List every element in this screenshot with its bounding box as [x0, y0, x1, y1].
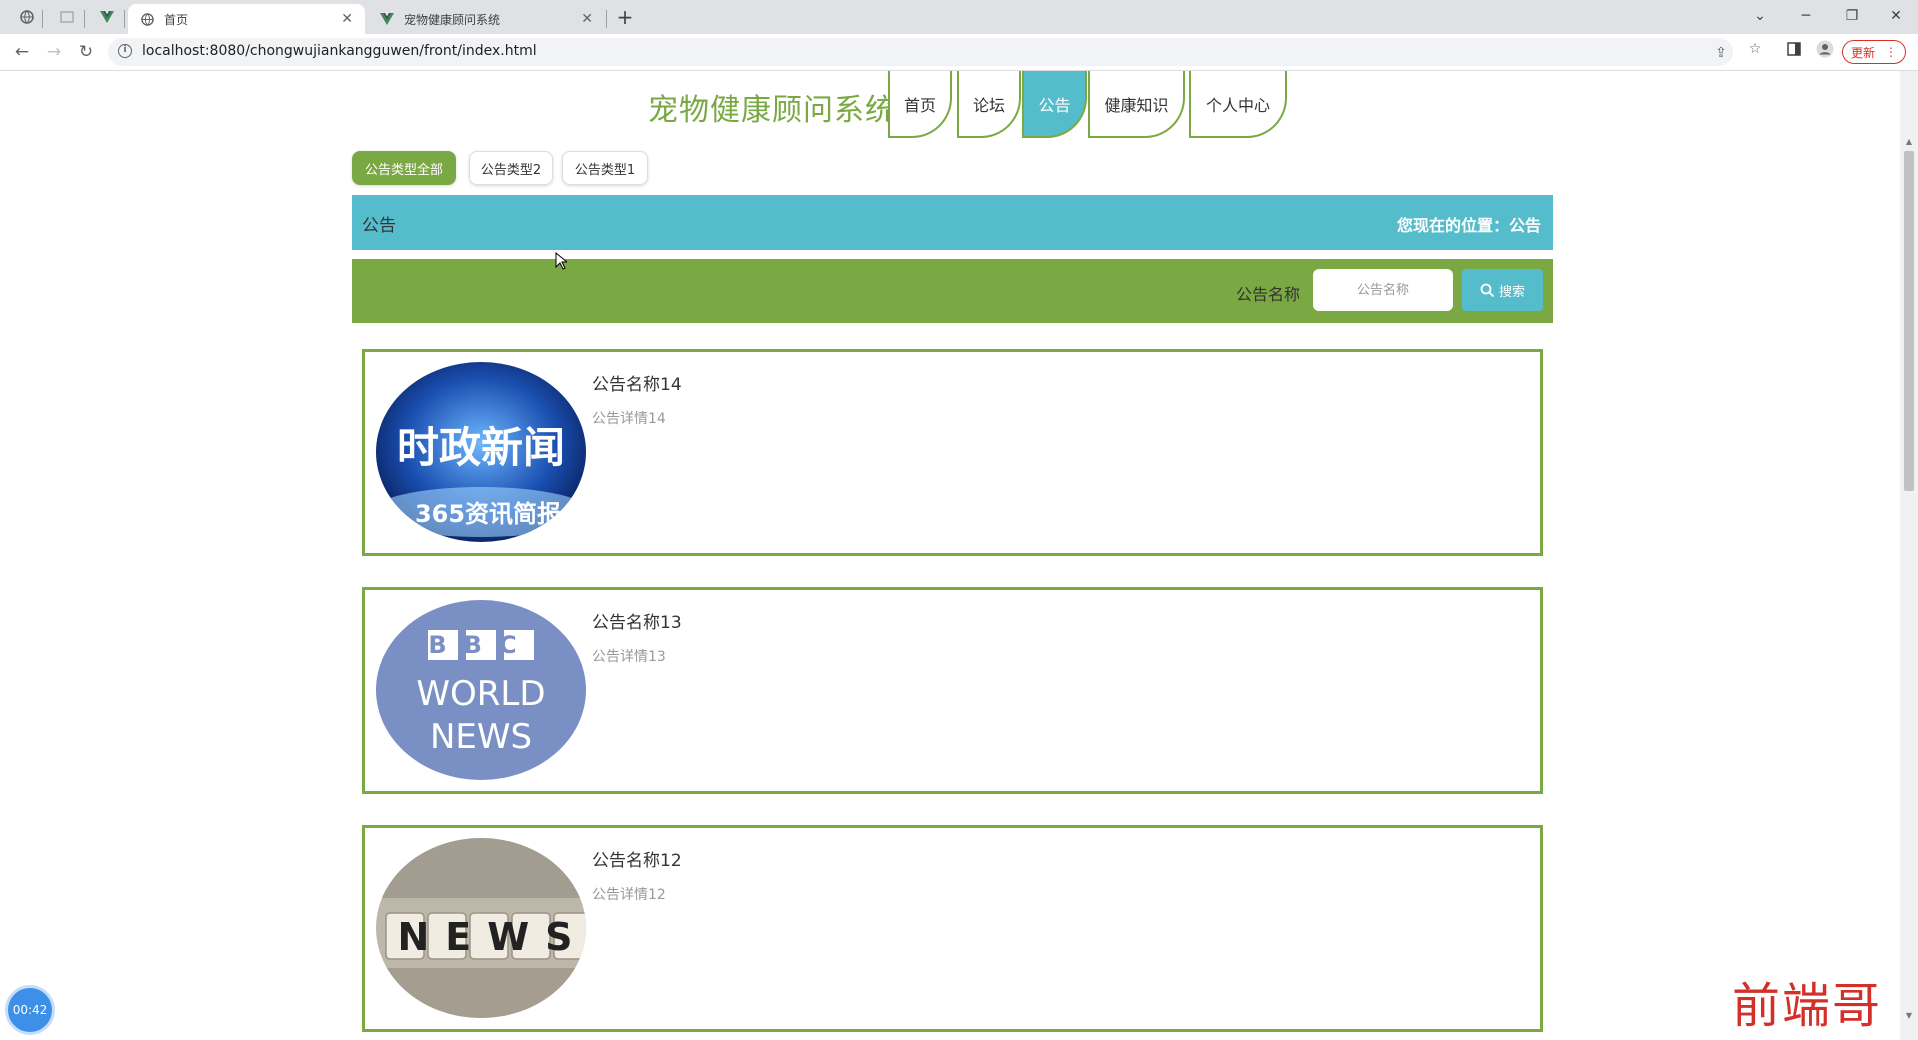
share-icon[interactable]: ⇪: [1712, 44, 1730, 62]
notice-image[interactable]: BBC WORLD NEWS: [376, 600, 586, 780]
breadcrumb: 您现在的位置：公告: [1396, 216, 1541, 235]
filter-label: 公告类型2: [480, 162, 542, 178]
nav-label: 论坛: [972, 95, 1005, 115]
section-banner: 公告 您现在的位置：公告: [352, 195, 1553, 250]
search-button[interactable]: 搜索: [1462, 269, 1543, 311]
notice-card[interactable]: 时政新闻 365资讯简报 公告名称14 公告详情14: [362, 349, 1543, 556]
globe-icon: [140, 12, 154, 26]
profile-icon[interactable]: [1816, 40, 1834, 58]
update-label: 更新: [1850, 45, 1875, 60]
tab-title: 宠物健康顾问系统: [404, 12, 501, 27]
browser-tab-bar: 首页 ✕ 宠物健康顾问系统 ✕ + ⌄ ─ ❐ ✕: [0, 0, 1918, 34]
new-tab-button[interactable]: +: [612, 5, 638, 29]
nav-label: 健康知识: [1104, 95, 1169, 115]
image-subcaption: 365资讯简报: [415, 500, 561, 528]
info-icon[interactable]: i: [118, 44, 132, 58]
search-label: 公告名称: [1236, 285, 1301, 304]
filter-label: 公告类型全部: [364, 162, 443, 178]
back-icon[interactable]: ←: [10, 40, 34, 64]
image-subcaption: WORLD: [416, 674, 545, 714]
tab-search-icon[interactable]: ⌄: [1740, 5, 1780, 27]
nav-label: 公告: [1038, 95, 1071, 115]
search-bar: 公告名称 搜索: [352, 259, 1553, 323]
recording-timer: 00:42: [8, 988, 52, 1032]
update-button[interactable]: 更新 ⋮: [1842, 40, 1906, 64]
page-scrollbar[interactable]: ▲ ▼: [1900, 71, 1918, 1040]
notice-detail: 公告详情13: [592, 649, 666, 665]
filter-type-2[interactable]: 公告类型2: [469, 151, 553, 185]
nav-label: 个人中心: [1205, 95, 1270, 115]
url-text[interactable]: localhost:8080/chongwujiankangguwen/fron…: [142, 43, 537, 59]
reader-icon[interactable]: [56, 6, 78, 28]
notice-detail: 公告详情12: [592, 887, 666, 903]
image-caption: BBC: [428, 631, 533, 659]
nav-forum[interactable]: 论坛: [957, 71, 1021, 138]
notice-card[interactable]: BBC WORLD NEWS 公告名称13 公告详情13: [362, 587, 1543, 794]
side-panel-icon[interactable]: [1785, 40, 1803, 58]
globe-icon[interactable]: [16, 6, 38, 28]
forward-icon[interactable]: →: [42, 40, 66, 64]
address-bar[interactable]: i localhost:8080/chongwujiankangguwen/fr…: [108, 38, 1733, 66]
filter-label: 公告类型1: [574, 162, 636, 178]
minimize-icon[interactable]: ─: [1786, 5, 1826, 27]
browser-toolbar: ← → ↻ i localhost:8080/chongwujiankanggu…: [0, 34, 1918, 71]
reload-icon[interactable]: ↻: [74, 40, 98, 64]
mouse-cursor-icon: [555, 252, 567, 270]
page-content: 宠物健康顾问系统 首页 论坛 公告 健康知识 个人中心 公告类型全部 公告类型2…: [0, 71, 1900, 1040]
notice-name[interactable]: 公告名称14: [592, 370, 682, 395]
nav-health-knowledge[interactable]: 健康知识: [1088, 71, 1185, 138]
banner-title: 公告: [362, 216, 396, 236]
close-icon[interactable]: ✕: [341, 11, 353, 27]
star-icon[interactable]: ☆: [1746, 40, 1764, 58]
watermark: 前端哥: [1732, 978, 1883, 1034]
notice-name[interactable]: 公告名称13: [592, 608, 682, 633]
scroll-up-icon[interactable]: ▲: [1904, 137, 1914, 147]
notice-image[interactable]: 时政新闻 365资讯简报: [376, 362, 586, 542]
image-subcaption: NEWS: [430, 717, 532, 757]
tab-site[interactable]: 宠物健康顾问系统 ✕: [368, 4, 605, 34]
image-caption: 时政新闻: [397, 423, 565, 472]
search-input[interactable]: [1313, 269, 1453, 311]
notice-name[interactable]: 公告名称12: [592, 846, 682, 871]
nav-user-center[interactable]: 个人中心: [1189, 71, 1287, 138]
scroll-down-icon[interactable]: ▼: [1904, 1011, 1914, 1021]
tab-title: 首页: [164, 12, 189, 27]
vue-tab-icon[interactable]: [96, 6, 118, 28]
vue-tab-icon: [380, 12, 394, 26]
notice-image[interactable]: NEWS: [376, 838, 586, 1018]
search-button-label: 搜索: [1498, 284, 1525, 300]
filter-type-all[interactable]: 公告类型全部: [352, 151, 456, 185]
nav-home[interactable]: 首页: [888, 71, 952, 138]
window-close-icon[interactable]: ✕: [1876, 5, 1916, 27]
more-icon: ⋮: [1885, 45, 1897, 59]
site-title: 宠物健康顾问系统: [648, 93, 896, 128]
filter-type-1[interactable]: 公告类型1: [562, 151, 648, 185]
image-caption: NEWS: [397, 915, 586, 959]
search-icon: [1480, 283, 1495, 297]
notice-card[interactable]: NEWS 公告名称12 公告详情12: [362, 825, 1543, 1032]
scrollbar-thumb[interactable]: [1904, 151, 1914, 491]
nav-notice[interactable]: 公告: [1022, 71, 1087, 138]
tab-home[interactable]: 首页 ✕: [128, 4, 365, 34]
notice-detail: 公告详情14: [592, 411, 666, 427]
nav-label: 首页: [903, 95, 936, 115]
close-icon[interactable]: ✕: [581, 11, 593, 27]
restore-icon[interactable]: ❐: [1832, 5, 1872, 27]
